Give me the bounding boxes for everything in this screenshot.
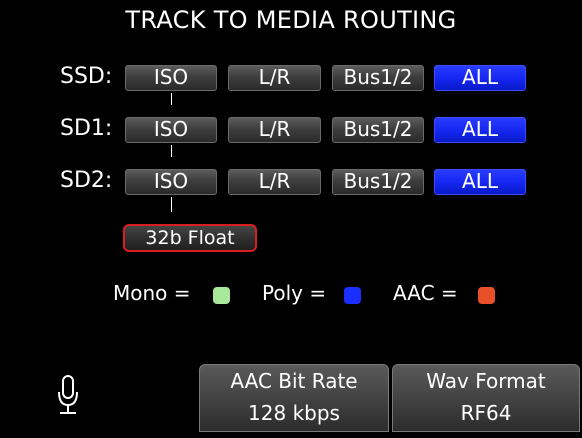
legend-poly-swatch	[344, 287, 361, 304]
sd1-all-button[interactable]: ALL	[434, 117, 526, 143]
aac-bit-rate-label: AAC Bit Rate	[230, 369, 358, 393]
sd2-lr-button[interactable]: L/R	[228, 169, 321, 195]
float-32b-button[interactable]: 32b Float	[123, 224, 257, 252]
legend-mono-label: Mono =	[113, 281, 191, 305]
page-title: TRACK TO MEDIA ROUTING	[125, 6, 457, 34]
sd2-iso-button[interactable]: ISO	[125, 169, 217, 195]
ssd-all-button[interactable]: ALL	[434, 65, 526, 91]
row-label-sd1: SD1:	[60, 116, 113, 141]
sd1-lr-button[interactable]: L/R	[228, 117, 321, 143]
legend-mono-swatch	[213, 287, 230, 304]
microphone-icon[interactable]	[56, 374, 80, 418]
sd1-iso-button[interactable]: ISO	[125, 117, 217, 143]
row-label-ssd: SSD:	[60, 64, 113, 89]
sd2-all-button[interactable]: ALL	[434, 169, 526, 195]
sd1-bus12-button[interactable]: Bus1/2	[332, 117, 424, 143]
aac-bit-rate-button[interactable]: AAC Bit Rate 128 kbps	[199, 364, 389, 432]
sd2-bus12-button[interactable]: Bus1/2	[332, 169, 424, 195]
row-label-sd2: SD2:	[60, 168, 113, 193]
connector-line	[171, 197, 172, 212]
legend-aac-swatch	[478, 287, 495, 304]
connector-line	[171, 145, 172, 157]
connector-line	[171, 93, 172, 105]
aac-bit-rate-value: 128 kbps	[248, 401, 340, 425]
legend-aac-label: AAC =	[393, 281, 458, 305]
legend-poly-label: Poly =	[262, 281, 327, 305]
ssd-iso-button[interactable]: ISO	[125, 65, 217, 91]
wav-format-button[interactable]: Wav Format RF64	[392, 364, 580, 432]
wav-format-value: RF64	[460, 401, 512, 425]
ssd-bus12-button[interactable]: Bus1/2	[332, 65, 424, 91]
wav-format-label: Wav Format	[426, 369, 546, 393]
ssd-lr-button[interactable]: L/R	[228, 65, 321, 91]
